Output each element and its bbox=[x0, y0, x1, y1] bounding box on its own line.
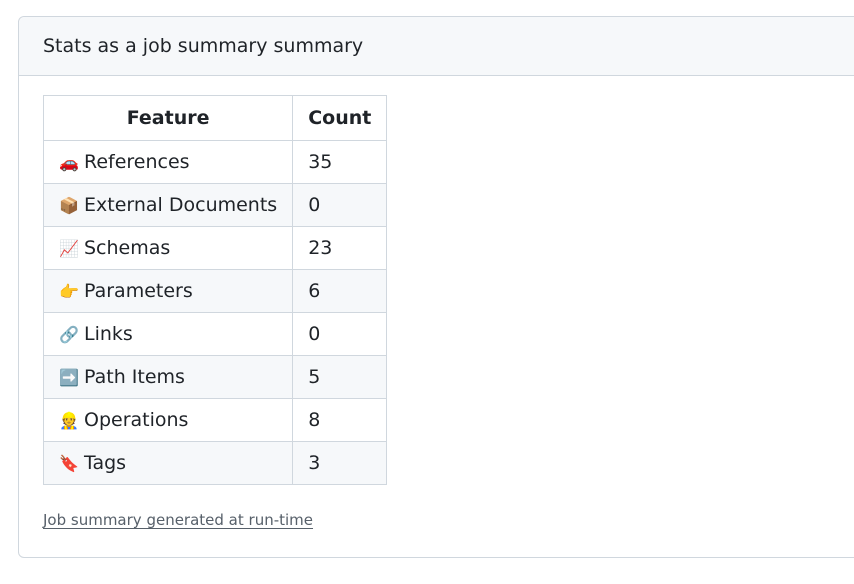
count-cell: 5 bbox=[292, 355, 388, 399]
feature-cell: 👷 Operations bbox=[42, 398, 294, 442]
feature-label: Tags bbox=[84, 452, 127, 474]
feature-label: Path Items bbox=[84, 366, 185, 388]
feature-cell: ➡️ Path Items bbox=[42, 355, 294, 399]
count-cell: 6 bbox=[292, 269, 388, 313]
feature-label: Schemas bbox=[84, 237, 171, 259]
right-arrow-icon: ➡️ bbox=[59, 368, 79, 387]
count-cell: 3 bbox=[292, 441, 388, 485]
feature-cell: 👉 Parameters bbox=[42, 269, 294, 313]
feature-label: Links bbox=[84, 323, 133, 345]
feature-label: Operations bbox=[84, 409, 189, 431]
count-cell: 0 bbox=[292, 183, 388, 227]
feature-label: Parameters bbox=[84, 280, 193, 302]
job-summary-footer-link[interactable]: Job summary generated at run-time bbox=[43, 511, 313, 529]
count-column-header: Count bbox=[292, 95, 388, 141]
bookmark-icon: 🔖 bbox=[59, 454, 79, 473]
table-row: 🔗 Links 0 bbox=[42, 312, 388, 356]
table-row: 🔖 Tags 3 bbox=[42, 441, 388, 485]
package-icon: 📦 bbox=[59, 196, 79, 215]
count-cell: 23 bbox=[292, 226, 388, 270]
link-icon: 🔗 bbox=[59, 325, 79, 344]
car-icon: 🚗 bbox=[59, 153, 79, 172]
count-cell: 8 bbox=[292, 398, 388, 442]
feature-cell: 📦 External Documents bbox=[42, 183, 294, 227]
job-summary-body: Feature Count 🚗 References 35 📦 External D… bbox=[19, 76, 854, 529]
chart-increasing-icon: 📈 bbox=[59, 239, 79, 258]
feature-cell: 🔗 Links bbox=[42, 312, 294, 356]
job-summary-card: Stats as a job summary summary Feature C… bbox=[18, 16, 854, 558]
table-row: 🚗 References 35 bbox=[42, 140, 388, 184]
feature-label: References bbox=[84, 151, 190, 173]
count-cell: 0 bbox=[292, 312, 388, 356]
count-cell: 35 bbox=[292, 140, 388, 184]
job-summary-title: Stats as a job summary summary bbox=[19, 17, 854, 76]
construction-worker-icon: 👷 bbox=[59, 411, 79, 430]
table-header-row: Feature Count bbox=[42, 95, 388, 141]
stats-table: Feature Count 🚗 References 35 📦 External D… bbox=[42, 95, 388, 485]
feature-cell: 🔖 Tags bbox=[42, 441, 294, 485]
table-row: 📈 Schemas 23 bbox=[42, 226, 388, 270]
pointing-right-icon: 👉 bbox=[59, 282, 79, 301]
feature-cell: 🚗 References bbox=[42, 140, 294, 184]
table-row: 📦 External Documents 0 bbox=[42, 183, 388, 227]
feature-label: External Documents bbox=[84, 194, 278, 216]
feature-column-header: Feature bbox=[42, 95, 294, 141]
table-row: ➡️ Path Items 5 bbox=[42, 355, 388, 399]
table-row: 👷 Operations 8 bbox=[42, 398, 388, 442]
feature-cell: 📈 Schemas bbox=[42, 226, 294, 270]
table-row: 👉 Parameters 6 bbox=[42, 269, 388, 313]
